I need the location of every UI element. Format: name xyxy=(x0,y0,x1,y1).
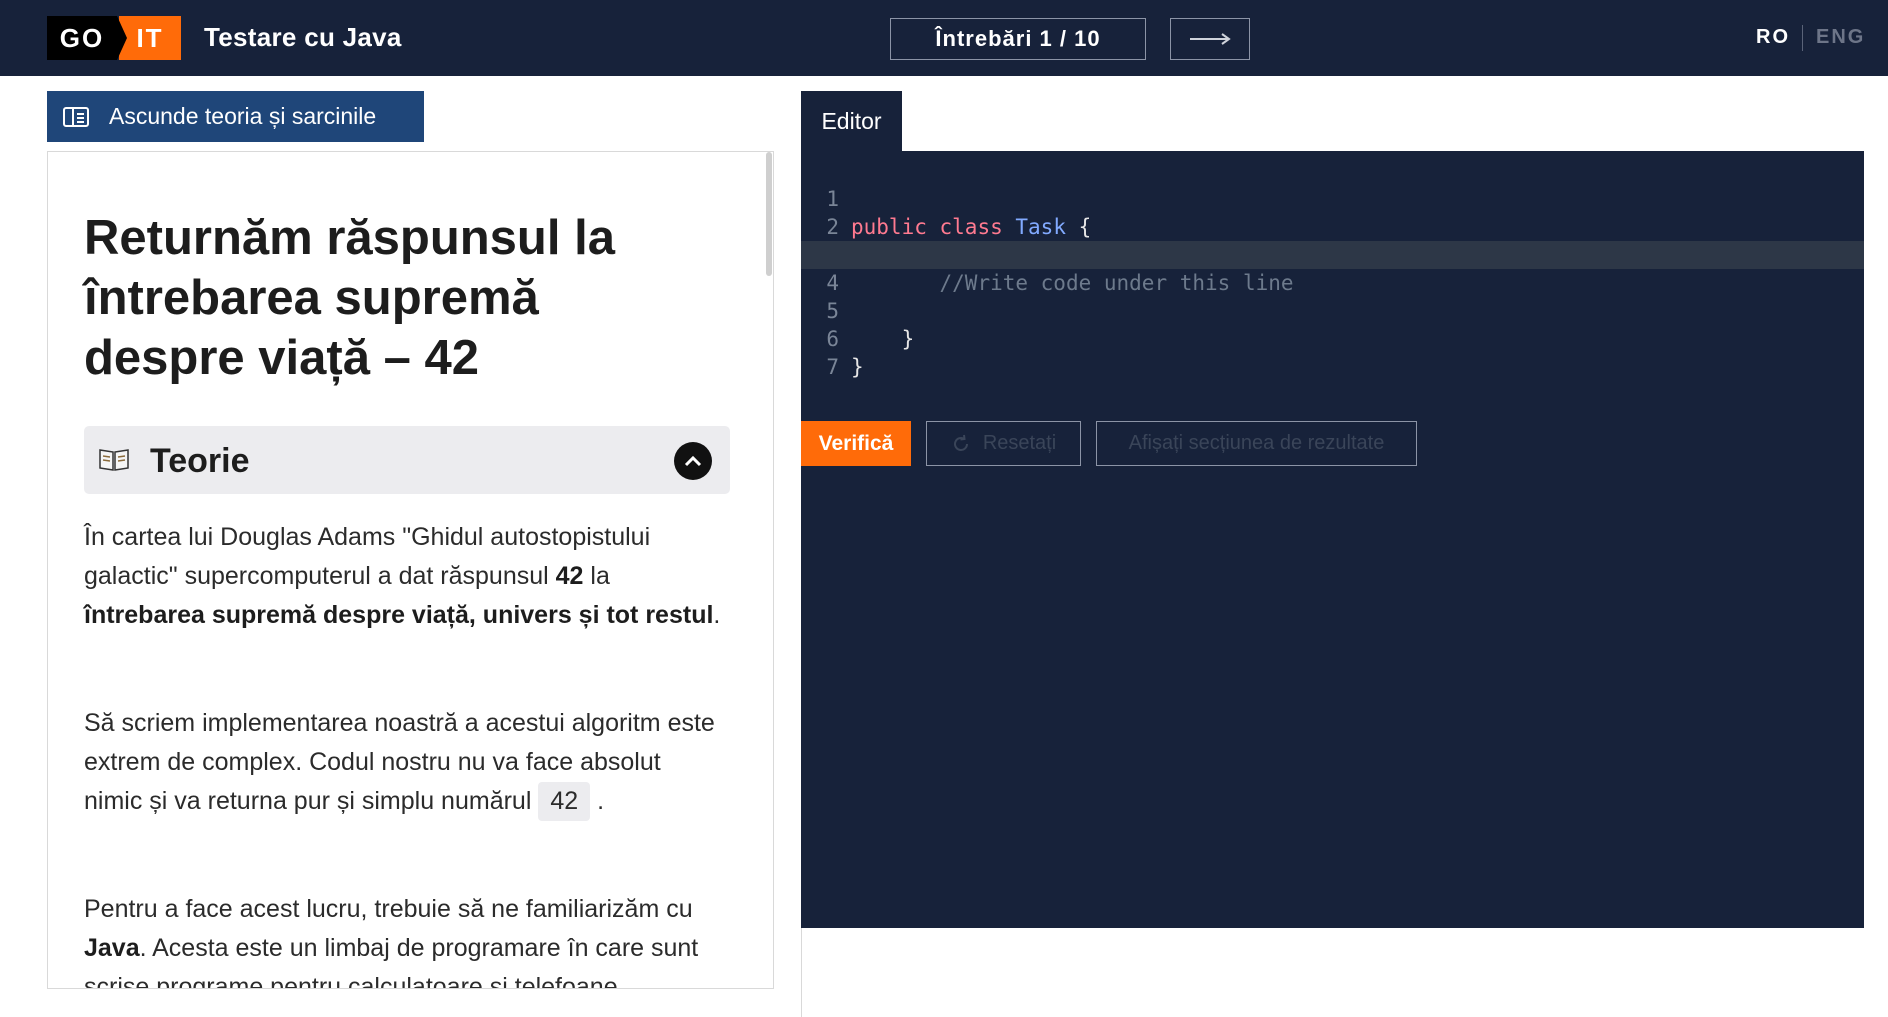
code-line[interactable]: 5 } xyxy=(801,269,1864,351)
theory-section-header[interactable]: Teorie xyxy=(84,426,730,494)
lang-ro-button[interactable]: RO xyxy=(1756,26,1790,49)
p1-text-2: la xyxy=(583,562,610,590)
p1-bold-2: întrebarea supremă despre viață, univers… xyxy=(84,601,714,629)
p3-text-1: Pentru a face acest lucru, trebuie să ne… xyxy=(84,895,693,923)
code-line[interactable]: 1 public class Task { xyxy=(801,157,1864,239)
theory-paragraph-3: Pentru a face acest lucru, trebuie să ne… xyxy=(84,890,724,989)
p2-text-2: . xyxy=(590,787,605,815)
p1-bold-1: 42 xyxy=(555,562,584,590)
tab-editor[interactable]: Editor xyxy=(801,91,902,152)
hide-theory-label: Ascunde teoria și sarcinile xyxy=(109,103,377,129)
panel-icon xyxy=(63,106,89,127)
reset-button[interactable]: Resetați xyxy=(926,421,1081,466)
lang-divider xyxy=(1802,25,1803,51)
theory-scrollbar[interactable] xyxy=(766,152,772,276)
verify-button[interactable]: Verifică xyxy=(801,421,911,466)
question-counter: Întrebări 1 / 10 xyxy=(890,18,1146,60)
show-results-button[interactable]: Afișați secțiunea de rezultate xyxy=(1096,421,1417,466)
next-question-button[interactable] xyxy=(1170,18,1250,60)
task-title: Returnăm răspunsul la întrebarea supremă… xyxy=(84,211,615,385)
code-line[interactable]: 3 //Write code under this line xyxy=(801,213,1864,295)
p3-bold-1: Java xyxy=(84,934,140,962)
theory-paragraph-2: Să scriem implementarea noastră a acestu… xyxy=(84,704,724,821)
hide-theory-button[interactable]: Ascunde teoria și sarcinile xyxy=(47,91,424,142)
inline-code-42: 42 xyxy=(538,782,591,821)
logo-go: GO xyxy=(47,16,127,60)
p2-text-1: Să scriem implementarea noastră a acestu… xyxy=(84,709,715,815)
code-line-active[interactable]: 4 xyxy=(801,241,1864,295)
long-arrow-right-icon xyxy=(1190,33,1231,45)
theory-section-label: Teorie xyxy=(150,442,250,480)
chevron-up-icon[interactable] xyxy=(674,442,712,480)
code-line[interactable]: 2 public int return42() { xyxy=(801,185,1864,267)
refresh-icon xyxy=(953,434,968,451)
code-line[interactable]: 6 } xyxy=(801,297,1864,379)
goit-logo[interactable]: GO IT xyxy=(47,16,181,60)
reset-label: Resetați xyxy=(982,432,1057,454)
code-editor[interactable]: 1 public class Task { 2 public int retur… xyxy=(801,151,1864,928)
top-header: GO IT Testare cu Java Întrebări 1 / 10 R… xyxy=(0,0,1888,76)
theory-paragraph-1: În cartea lui Douglas Adams "Ghidul auto… xyxy=(84,518,724,635)
theory-panel[interactable]: Returnăm răspunsul la întrebarea supremă… xyxy=(47,151,774,989)
logo-it: IT xyxy=(119,16,181,60)
line-number: 7 xyxy=(826,355,839,379)
book-icon xyxy=(98,446,130,479)
app-title: Testare cu Java xyxy=(204,22,402,52)
code-lines[interactable]: 1 public class Task { 2 public int retur… xyxy=(801,157,1864,379)
p1-text-3: . xyxy=(713,601,721,629)
p3-text-2: . Acesta este un limbaj de programare în… xyxy=(84,934,699,989)
results-area-border xyxy=(801,928,802,1017)
lang-eng-button[interactable]: ENG xyxy=(1816,26,1865,49)
code-line[interactable]: 7 xyxy=(801,325,1864,379)
